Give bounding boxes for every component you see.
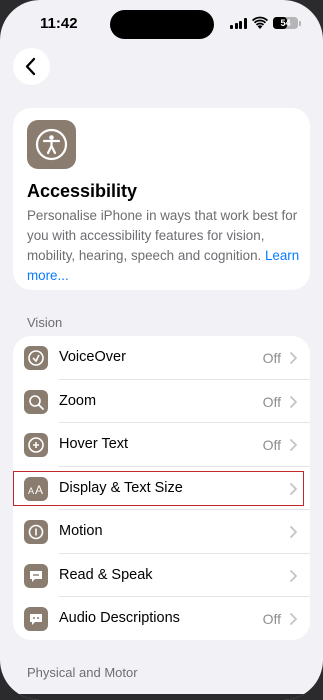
- battery-icon: 54: [273, 17, 298, 29]
- zoom-icon: [24, 389, 48, 414]
- item-value: Off: [262, 350, 281, 366]
- item-label: Zoom: [59, 392, 97, 409]
- speech-bubble-icon: [24, 563, 48, 588]
- back-button[interactable]: [13, 48, 50, 85]
- chevron-right-icon: [290, 439, 297, 451]
- description-text: Personalise iPhone in ways that work bes…: [27, 208, 298, 263]
- item-label: Audio Descriptions: [59, 610, 180, 626]
- item-value: Off: [262, 393, 281, 410]
- item-value: Off: [262, 437, 281, 453]
- chevron-right-icon: [290, 526, 297, 538]
- accessibility-header-card: Accessibility Personalise iPhone in ways…: [13, 108, 310, 290]
- battery-level: 54: [280, 18, 291, 28]
- phone-screen: 11:42 54 Accessibility Personalise iPhon…: [0, 0, 323, 700]
- list-item-read-speak[interactable]: Read & Speak: [13, 554, 310, 597]
- bottom-bezel: [0, 694, 323, 700]
- item-label: Hover Text: [59, 436, 129, 452]
- chevron-right-icon: [290, 395, 297, 408]
- chevron-left-icon: [25, 57, 36, 76]
- item-label: VoiceOver: [59, 349, 126, 365]
- selection-highlight-box: [13, 471, 304, 506]
- page-description: Personalise iPhone in ways that work bes…: [27, 206, 305, 286]
- hover-text-icon: [24, 433, 48, 457]
- item-label: Motion: [59, 523, 103, 539]
- section-header-physical-motor: Physical and Motor: [27, 665, 138, 680]
- status-time: 11:42: [40, 15, 78, 32]
- list-item-voiceover[interactable]: VoiceOver Off: [13, 336, 310, 380]
- voiceover-icon: [24, 346, 48, 370]
- list-item-motion[interactable]: Motion: [13, 510, 310, 554]
- battery-cap: [299, 21, 301, 26]
- cellular-signal-icon: [230, 18, 248, 29]
- status-bar: 11:42 54: [0, 0, 323, 48]
- item-value: Off: [262, 611, 281, 627]
- list-item-zoom[interactable]: Zoom Off: [13, 380, 310, 423]
- list-item-hover-text[interactable]: Hover Text Off: [13, 423, 310, 467]
- accessibility-icon: [27, 120, 76, 169]
- motion-icon: [24, 520, 48, 544]
- chevron-right-icon: [290, 569, 297, 582]
- chevron-right-icon: [290, 613, 297, 625]
- list-item-audio-descriptions[interactable]: Audio Descriptions Off: [13, 597, 310, 641]
- wifi-icon: [252, 16, 268, 29]
- item-label: Read & Speak: [59, 566, 153, 583]
- dynamic-island: [110, 10, 214, 39]
- section-header-vision: Vision: [27, 315, 63, 330]
- audio-description-icon: [24, 607, 48, 631]
- page-title: Accessibility: [27, 181, 138, 201]
- chevron-right-icon: [290, 352, 297, 364]
